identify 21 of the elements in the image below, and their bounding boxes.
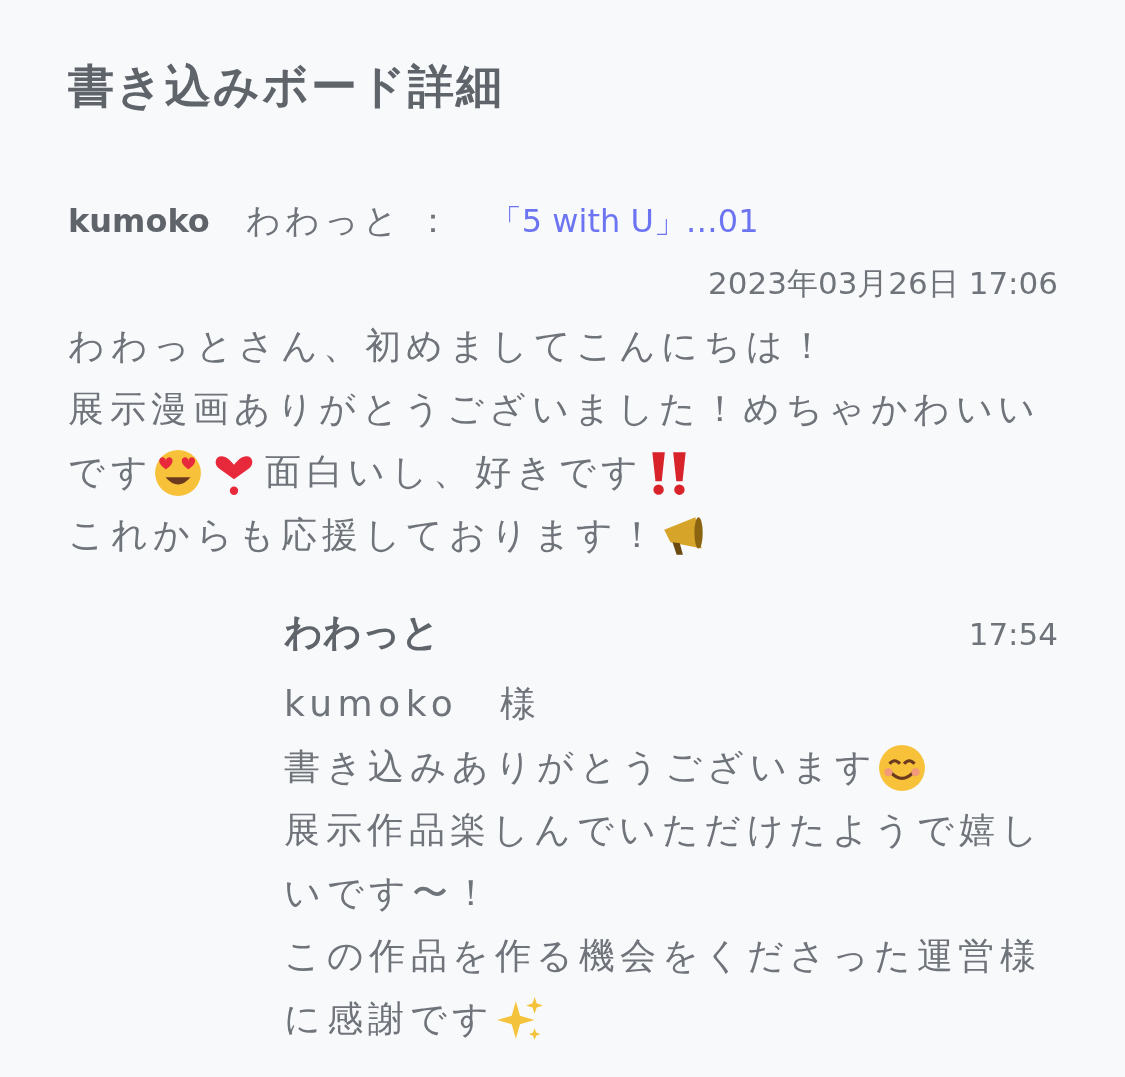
reply-time: 17:54 <box>968 616 1058 652</box>
reply-text: この作品を作る機会をくださった運営様 <box>284 934 1041 978</box>
separator: ： <box>415 199 450 242</box>
message-text: 面白いし、好きです <box>265 450 644 494</box>
recipient-name: わわっと <box>245 199 402 242</box>
message-text: 展示漫画ありがとうございました！めちゃかわいい <box>68 387 1041 431</box>
work-link[interactable]: 「5 with U」…01 <box>489 191 759 251</box>
reply-text: kumoko 様 <box>284 682 542 726</box>
page-title: 書き込みボード詳細 <box>68 58 505 115</box>
reply-text: に感謝です <box>284 997 495 1041</box>
reply-text: 展示作品楽しんでいただけたようで嬉し <box>284 808 1043 852</box>
message-text: です <box>68 450 153 494</box>
message-text: わわっとさん、初めましてこんにちは！ <box>68 324 830 368</box>
reply-author: わわっと <box>284 609 440 656</box>
reply-text: 書き込みありがとうございます <box>284 745 877 789</box>
post-date: 2023年03月26日 17:06 <box>707 264 1058 303</box>
heart-eyes-face-icon <box>153 447 203 498</box>
message-text: これからも応援しております！ <box>68 513 660 557</box>
author-name: kumoko <box>68 201 210 242</box>
reply-text: いです〜！ <box>284 871 495 915</box>
smiling-face-icon <box>877 742 927 793</box>
